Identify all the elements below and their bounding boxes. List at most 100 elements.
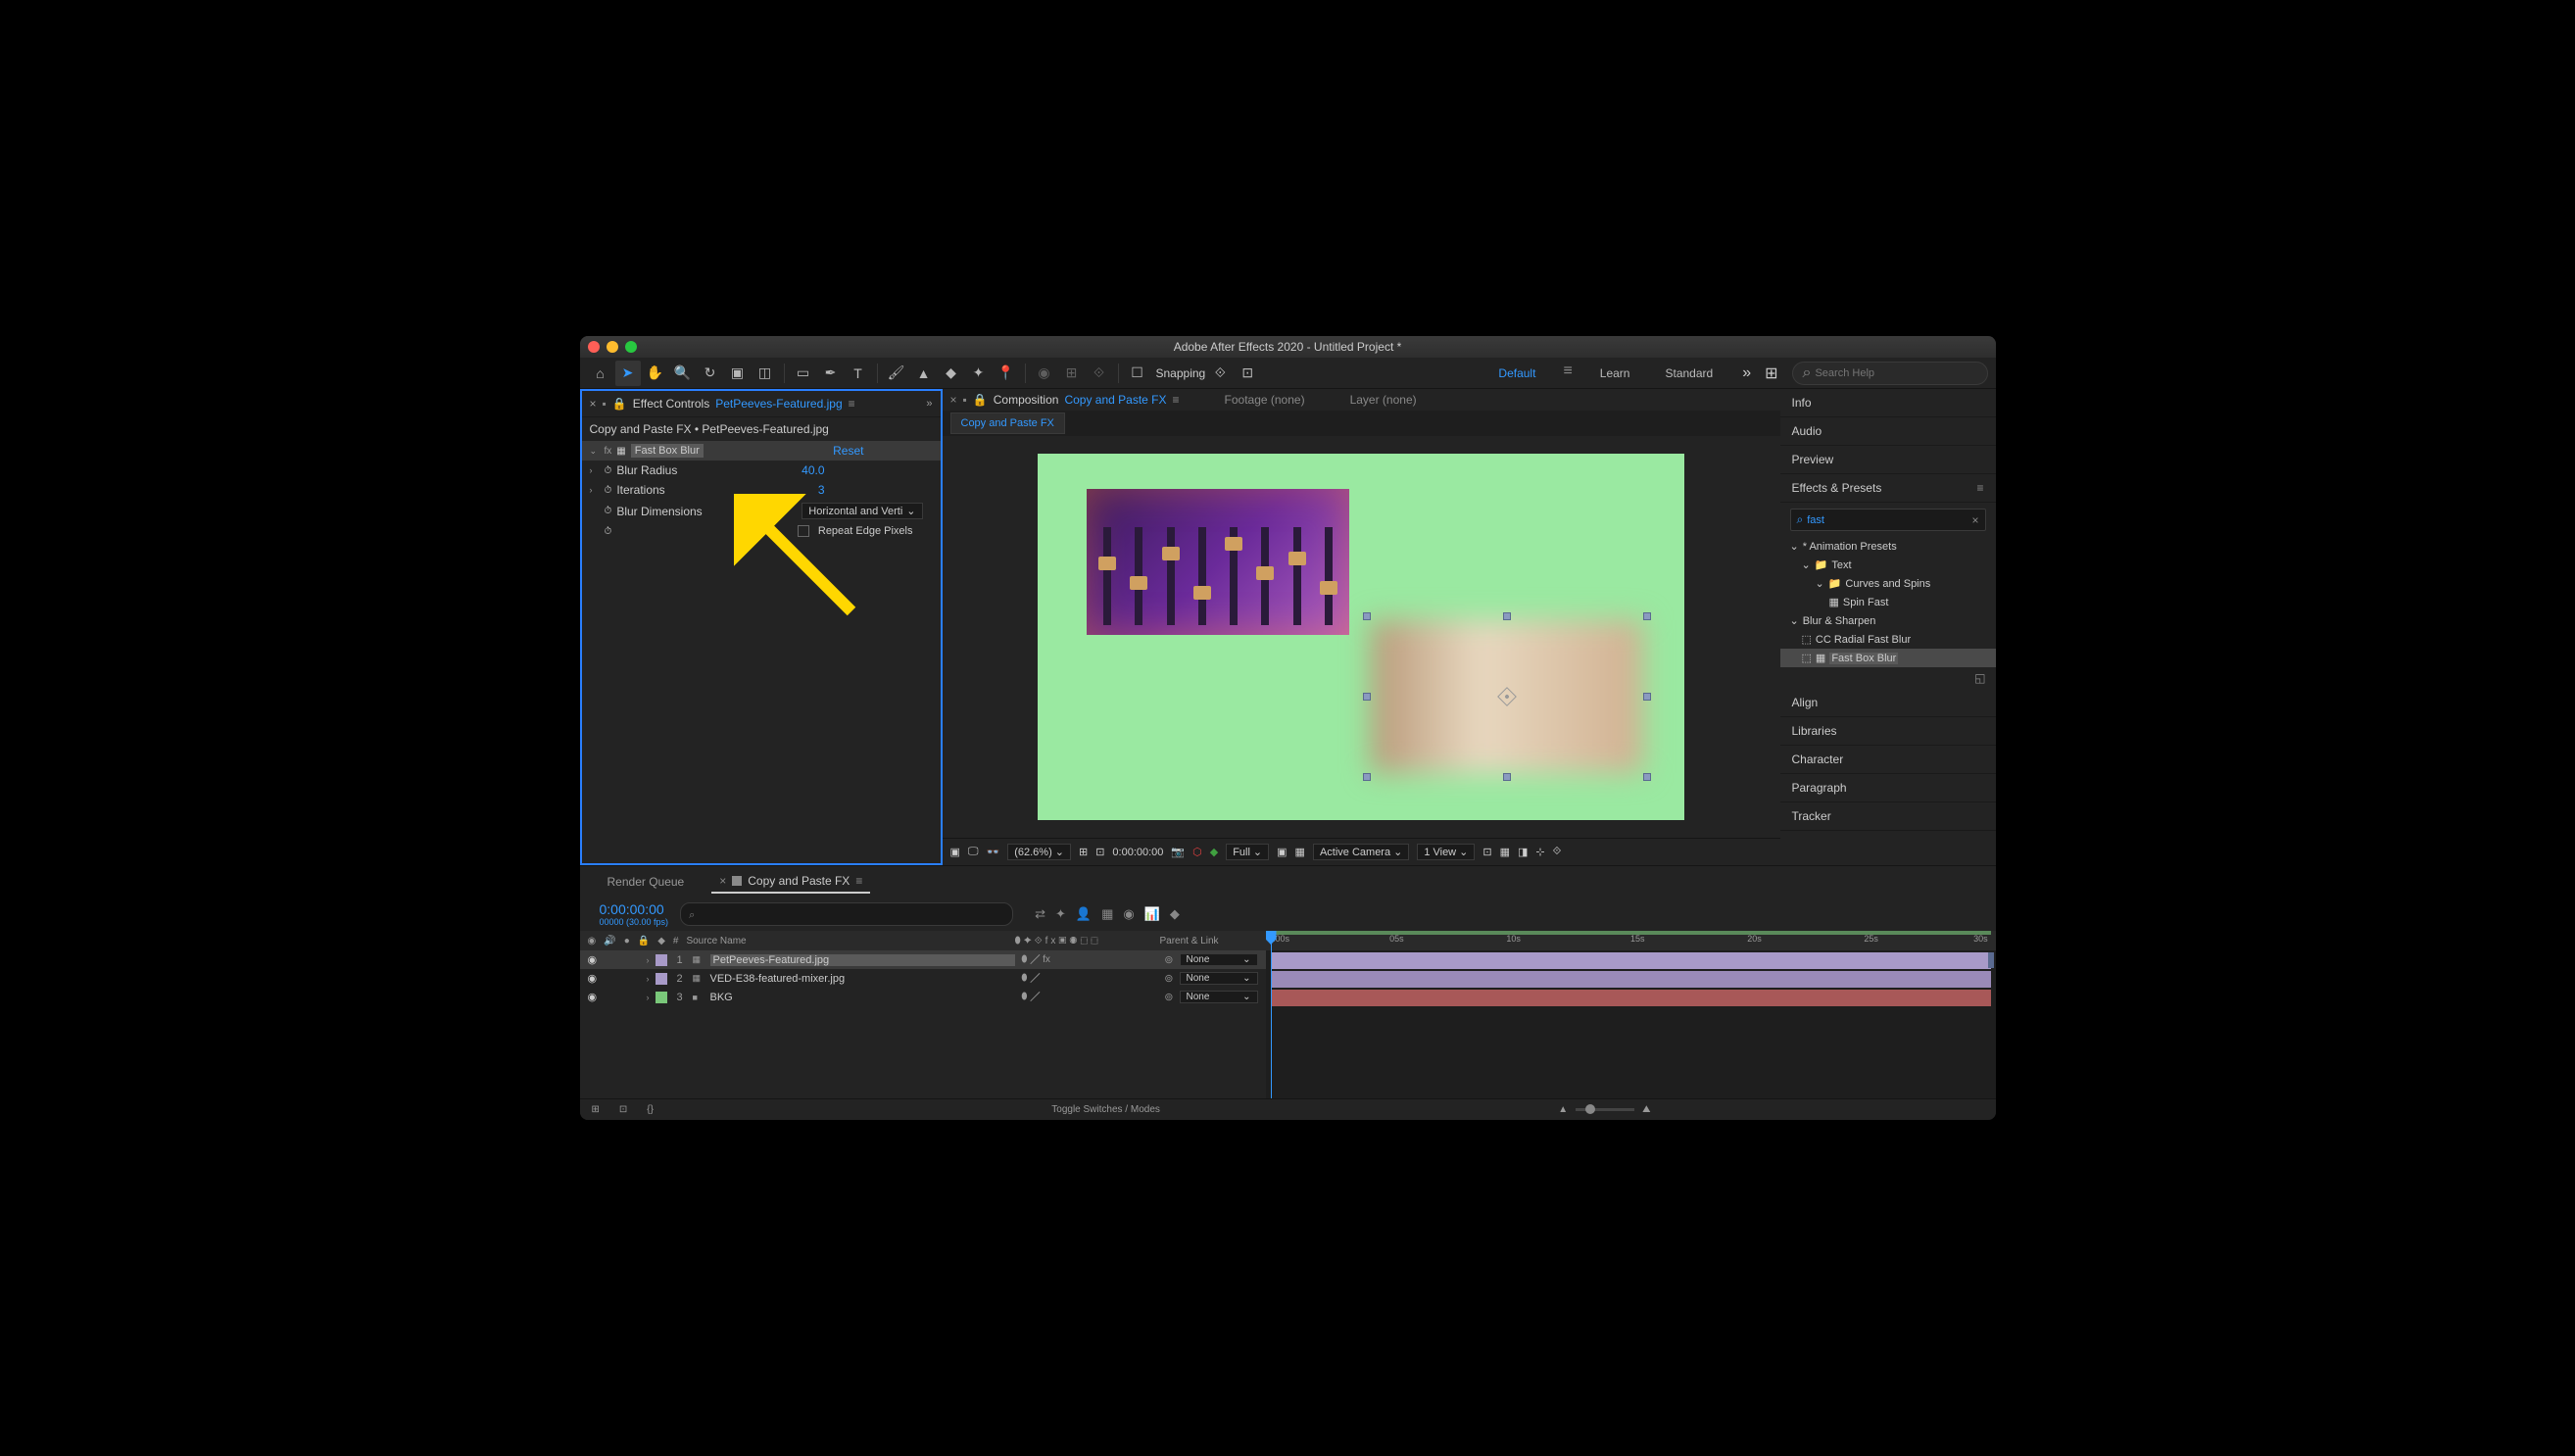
color-icon[interactable]: ◆: [1210, 846, 1218, 858]
panel-info[interactable]: Info: [1780, 389, 1996, 417]
view-dropdown[interactable]: 1 View⌄: [1417, 844, 1475, 860]
more-icon[interactable]: »: [1742, 364, 1751, 382]
layer-name[interactable]: VED-E38-featured-mixer.jpg: [710, 973, 1016, 985]
zoom-tool-icon[interactable]: 🔍: [670, 361, 696, 386]
visibility-toggle[interactable]: ◉: [588, 953, 600, 966]
zoom-out-icon[interactable]: ▲: [1558, 1104, 1568, 1115]
panel-audio[interactable]: Audio: [1780, 417, 1996, 446]
footer-icon[interactable]: ⊡: [619, 1104, 627, 1115]
disclosure-icon[interactable]: ⌄: [590, 446, 600, 457]
tab-render-queue[interactable]: Render Queue: [600, 871, 693, 893]
parent-dropdown[interactable]: None⌄: [1180, 991, 1258, 1003]
search-help[interactable]: ⌕: [1792, 362, 1988, 385]
close-tab-icon[interactable]: ×: [950, 393, 957, 407]
graph-icon[interactable]: 📊: [1144, 906, 1160, 922]
roi-icon[interactable]: ▣: [1277, 846, 1287, 858]
layer-tab[interactable]: Layer (none): [1350, 393, 1417, 407]
pen-tool-icon[interactable]: ✒: [818, 361, 844, 386]
timecode-block[interactable]: 0:00:00:00 00000 (30.00 fps): [600, 901, 669, 927]
disclosure-icon[interactable]: ›: [647, 993, 650, 1002]
opt-icon[interactable]: ◨: [1518, 846, 1528, 858]
marker-icon[interactable]: ◆: [1170, 906, 1180, 922]
display-icon[interactable]: ▣: [950, 846, 960, 858]
channel-icon[interactable]: ⬡: [1192, 846, 1202, 858]
stopwatch-icon[interactable]: ⏱: [605, 526, 612, 537]
effect-name[interactable]: Fast Box Blur: [631, 444, 704, 458]
zoom-in-icon[interactable]: ⛰: [1642, 1104, 1650, 1115]
selection-handle[interactable]: [1643, 612, 1651, 620]
disclosure-icon[interactable]: ›: [647, 955, 650, 965]
lock-icon[interactable]: 🔒: [973, 393, 988, 407]
panel-paragraph[interactable]: Paragraph: [1780, 774, 1996, 802]
tab-composition[interactable]: × Copy and Paste FX ≡: [711, 870, 870, 894]
bone-icon[interactable]: ⟐: [1087, 361, 1112, 386]
tree-blur-sharpen[interactable]: ⌄Blur & Sharpen: [1780, 611, 1996, 630]
visibility-toggle[interactable]: ◉: [588, 991, 600, 1003]
selection-handle[interactable]: [1363, 773, 1371, 781]
menu-icon[interactable]: ≡: [1976, 481, 1983, 495]
switches[interactable]: ⬮ ╱ fx: [1021, 954, 1158, 965]
workspace-standard[interactable]: Standard: [1657, 363, 1721, 384]
layer-search-input[interactable]: [689, 909, 1004, 921]
minimize-icon[interactable]: [607, 341, 618, 353]
comp-flow-icon[interactable]: ⇄: [1035, 906, 1045, 922]
eye-col-icon[interactable]: ◉: [588, 936, 597, 946]
visibility-toggle[interactable]: ◉: [588, 972, 600, 985]
shy-icon[interactable]: 👤: [1076, 906, 1092, 922]
selection-handle[interactable]: [1643, 773, 1651, 781]
label-color[interactable]: [656, 954, 667, 966]
track-bar-2[interactable]: [1271, 971, 1991, 988]
roto-tool-icon[interactable]: ✦: [966, 361, 992, 386]
workspace-learn[interactable]: Learn: [1592, 363, 1638, 384]
menu-icon[interactable]: ≡: [1563, 363, 1572, 384]
search-help-input[interactable]: [1815, 367, 1976, 379]
snap-checkbox[interactable]: ☐: [1125, 361, 1150, 386]
label-color[interactable]: [656, 992, 667, 1003]
switches[interactable]: ⬮ ╱: [1021, 992, 1158, 1002]
new-bin-icon[interactable]: ◱: [1974, 671, 1985, 685]
effect-header[interactable]: ⌄ fx ▦ Fast Box Blur Reset: [582, 441, 941, 461]
brush-tool-icon[interactable]: 🖌: [884, 361, 909, 386]
fx-icon[interactable]: fx: [605, 446, 612, 457]
disclosure-icon[interactable]: ›: [647, 974, 650, 984]
camera-tool-icon[interactable]: ▣: [725, 361, 751, 386]
zoom-dropdown[interactable]: (62.6%)⌄: [1007, 844, 1071, 860]
selected-layer-bounds[interactable]: [1367, 616, 1647, 777]
track-tool-icon[interactable]: ◫: [753, 361, 778, 386]
selection-handle[interactable]: [1503, 612, 1511, 620]
selection-tool-icon[interactable]: ➤: [615, 361, 641, 386]
menu-icon[interactable]: ≡: [855, 874, 862, 888]
parent-link-icon[interactable]: ⊚: [1164, 991, 1173, 1003]
layer-name[interactable]: BKG: [710, 992, 1016, 1003]
selection-handle[interactable]: [1503, 773, 1511, 781]
workspace-default[interactable]: Default: [1490, 363, 1543, 384]
footage-tab[interactable]: Footage (none): [1225, 393, 1305, 407]
motion-blur-icon[interactable]: ◉: [1123, 906, 1134, 922]
disclosure-icon[interactable]: ›: [590, 465, 600, 475]
node-icon[interactable]: ◉: [1032, 361, 1057, 386]
close-tab-icon[interactable]: ×: [590, 397, 597, 411]
comp-name-link[interactable]: Copy and Paste FX: [1064, 393, 1166, 407]
stopwatch-icon[interactable]: ⏱: [605, 465, 612, 476]
snap-opt1-icon[interactable]: ⟐: [1207, 361, 1233, 386]
comp-sub-tab[interactable]: Copy and Paste FX: [950, 413, 1065, 434]
panel-character[interactable]: Character: [1780, 746, 1996, 774]
zoom-thumb[interactable]: [1585, 1104, 1595, 1114]
shape-tool-icon[interactable]: ▭: [791, 361, 816, 386]
clear-icon[interactable]: ×: [1971, 513, 1978, 527]
reset-button[interactable]: Reset: [833, 444, 863, 458]
time-ruler[interactable]: :00s 05s 10s 15s 20s 25s 30s: [1266, 931, 1996, 950]
comp-marker[interactable]: [1988, 952, 1994, 968]
layer-image-mixer[interactable]: [1087, 489, 1349, 635]
menu-icon[interactable]: ≡: [1173, 393, 1180, 407]
param-value[interactable]: 40.0: [802, 463, 824, 477]
parent-dropdown[interactable]: None⌄: [1180, 953, 1258, 966]
tree-curves[interactable]: ⌄📁Curves and Spins: [1780, 574, 1996, 593]
snap-opt2-icon[interactable]: ⊡: [1235, 361, 1260, 386]
selection-handle[interactable]: [1363, 612, 1371, 620]
selection-handle[interactable]: [1643, 693, 1651, 701]
repeat-checkbox[interactable]: [798, 525, 809, 537]
footer-icon[interactable]: {}: [647, 1104, 654, 1115]
audio-col-icon[interactable]: 🔊: [604, 936, 615, 946]
transparency-icon[interactable]: ▦: [1295, 846, 1305, 858]
